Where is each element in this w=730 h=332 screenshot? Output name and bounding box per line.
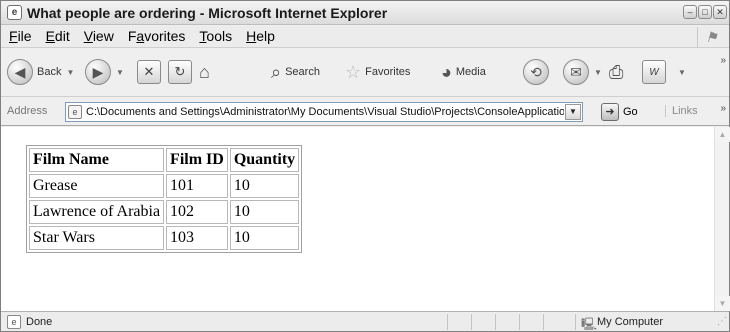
quantity-cell: 10 bbox=[229, 174, 300, 198]
status-text: Done bbox=[26, 316, 53, 328]
status-divider bbox=[495, 314, 496, 330]
forward-arrow-icon: ▶ bbox=[85, 59, 111, 85]
address-input[interactable]: e C:\Documents and Settings\Administrato… bbox=[65, 102, 583, 122]
search-button[interactable]: ⌕ Search bbox=[271, 57, 320, 87]
mail-icon: ✉ bbox=[563, 59, 589, 85]
address-dropdown-icon[interactable]: ▼ bbox=[565, 104, 581, 120]
column-header-film-name: Film Name bbox=[29, 148, 165, 172]
refresh-icon: ↻ bbox=[168, 60, 192, 84]
word-edit-icon: W bbox=[642, 60, 666, 84]
film-id-cell: 102 bbox=[166, 200, 228, 224]
menu-favorites[interactable]: Favorites bbox=[128, 28, 186, 44]
history-icon: ⟲ bbox=[523, 59, 549, 85]
standard-toolbar: ◀ Back ▼ ▶ ▼ ✕ ↻ ⌂ ⌕ Search ☆ Favorites … bbox=[1, 49, 729, 97]
go-arrow-icon: ➜ bbox=[601, 103, 619, 121]
favorites-button[interactable]: ☆ Favorites bbox=[345, 57, 410, 87]
stop-icon: ✕ bbox=[137, 60, 161, 84]
search-icon: ⌕ bbox=[271, 62, 282, 82]
stop-button[interactable]: ✕ bbox=[137, 57, 161, 87]
table-row: Grease 101 10 bbox=[29, 174, 300, 198]
status-bar: e Done 🖳 My Computer ⋰ bbox=[1, 311, 729, 331]
toolbar-overflow-icon[interactable]: » bbox=[720, 55, 726, 66]
page-content: Film Name Film ID Quantity Grease 101 10… bbox=[1, 127, 714, 311]
refresh-button[interactable]: ↻ bbox=[168, 57, 192, 87]
film-id-cell: 101 bbox=[166, 174, 228, 198]
scroll-down-icon[interactable]: ▼ bbox=[715, 296, 730, 311]
status-divider bbox=[471, 314, 472, 330]
back-dropdown-icon[interactable]: ▼ bbox=[66, 68, 74, 77]
film-orders-table: Film Name Film ID Quantity Grease 101 10… bbox=[26, 145, 303, 253]
quantity-cell: 10 bbox=[229, 226, 300, 250]
print-icon: ⎙ bbox=[609, 62, 624, 82]
menu-edit[interactable]: Edit bbox=[46, 28, 70, 44]
window-controls: – □ ✕ bbox=[683, 5, 727, 19]
page-status-icon: e bbox=[7, 315, 21, 329]
title-bar: e What people are ordering - Microsoft I… bbox=[1, 1, 729, 25]
security-zone-label: My Computer bbox=[597, 316, 664, 328]
media-icon: ◕ bbox=[441, 62, 452, 82]
table-row: Star Wars 103 10 bbox=[29, 226, 300, 250]
star-icon: ☆ bbox=[345, 62, 362, 82]
address-value[interactable]: C:\Documents and Settings\Administrator\… bbox=[86, 106, 564, 118]
menu-tools[interactable]: Tools bbox=[199, 28, 232, 44]
browser-window: e What people are ordering - Microsoft I… bbox=[0, 0, 730, 332]
back-button[interactable]: ◀ Back ▼ bbox=[7, 57, 74, 87]
scroll-up-icon[interactable]: ▲ bbox=[715, 127, 730, 142]
edit-dropdown-icon[interactable]: ▼ bbox=[678, 68, 686, 77]
forward-button[interactable]: ▶ ▼ bbox=[85, 57, 124, 87]
links-button[interactable]: Links bbox=[665, 105, 698, 117]
page-icon: e bbox=[68, 105, 82, 119]
go-button[interactable]: ➜ Go bbox=[601, 103, 638, 121]
print-button[interactable]: ⎙ bbox=[609, 57, 623, 87]
status-divider bbox=[519, 314, 520, 330]
links-overflow-icon[interactable]: » bbox=[720, 103, 726, 114]
status-divider bbox=[543, 314, 544, 330]
status-divider bbox=[447, 314, 448, 330]
vertical-scrollbar[interactable]: ▲ ▼ bbox=[714, 127, 730, 311]
mail-button[interactable]: ✉ ▼ bbox=[563, 57, 602, 87]
table-row: Lawrence of Arabia 102 10 bbox=[29, 200, 300, 224]
menu-file[interactable]: File bbox=[9, 28, 32, 44]
window-title: What people are ordering - Microsoft Int… bbox=[27, 5, 388, 21]
menu-bar: File Edit View Favorites Tools Help ⚑ bbox=[1, 26, 729, 48]
column-header-film-id: Film ID bbox=[166, 148, 228, 172]
address-bar: Address e C:\Documents and Settings\Admi… bbox=[1, 98, 729, 126]
mail-dropdown-icon[interactable]: ▼ bbox=[594, 68, 602, 77]
film-name-cell: Lawrence of Arabia bbox=[29, 200, 165, 224]
ie-page-icon: e bbox=[7, 5, 22, 20]
film-id-cell: 103 bbox=[166, 226, 228, 250]
computer-zone-icon: 🖳 bbox=[581, 317, 598, 331]
windows-flag-icon: ⚑ bbox=[697, 27, 725, 47]
menu-view[interactable]: View bbox=[84, 28, 114, 44]
resize-grip-icon[interactable]: ⋰ bbox=[717, 316, 727, 327]
edit-button[interactable]: W ▼ bbox=[642, 57, 686, 87]
home-button[interactable]: ⌂ bbox=[199, 57, 210, 87]
column-header-quantity: Quantity bbox=[229, 148, 300, 172]
status-divider bbox=[575, 314, 576, 330]
film-name-cell: Grease bbox=[29, 174, 165, 198]
media-button[interactable]: ◕ Media bbox=[441, 57, 486, 87]
forward-dropdown-icon[interactable]: ▼ bbox=[116, 68, 124, 77]
address-label: Address bbox=[7, 105, 48, 117]
table-header-row: Film Name Film ID Quantity bbox=[29, 148, 300, 172]
quantity-cell: 10 bbox=[229, 200, 300, 224]
back-arrow-icon: ◀ bbox=[7, 59, 33, 85]
home-icon: ⌂ bbox=[199, 62, 210, 82]
menu-help[interactable]: Help bbox=[246, 28, 275, 44]
film-name-cell: Star Wars bbox=[29, 226, 165, 250]
minimize-button[interactable]: – bbox=[683, 5, 697, 19]
history-button[interactable]: ⟲ bbox=[523, 57, 549, 87]
close-button[interactable]: ✕ bbox=[713, 5, 727, 19]
maximize-button[interactable]: □ bbox=[698, 5, 712, 19]
